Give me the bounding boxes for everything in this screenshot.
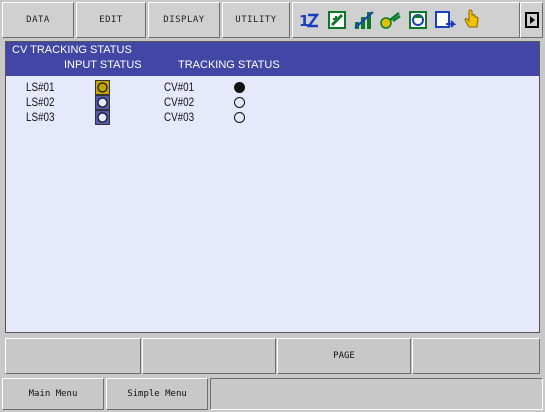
svg-text:1: 1	[299, 12, 309, 30]
signal-bars-icon[interactable]	[353, 9, 375, 31]
tracking-status-off	[234, 97, 245, 108]
cv-label: CV#01	[164, 80, 195, 94]
tracking-status-on	[234, 82, 245, 93]
cycle-icon[interactable]	[434, 9, 456, 31]
input-status-indicator-inactive	[95, 110, 110, 125]
cv-tracking-status-panel: CV TRACKING STATUS INPUT STATUS TRACKING…	[5, 41, 540, 333]
expand-arrow-button[interactable]	[520, 2, 543, 38]
tool-icon[interactable]	[380, 9, 402, 31]
simple-menu-button[interactable]: Simple Menu	[106, 378, 208, 410]
display-menu-button[interactable]: DISPLAY	[148, 2, 220, 38]
top-menu-bar: DATA EDIT DISPLAY UTILITY 1	[0, 0, 545, 40]
edit-menu-button[interactable]: EDIT	[76, 2, 146, 38]
ls-label: LS#03	[26, 110, 55, 124]
message-area	[210, 378, 543, 410]
status-icon-strip: 1	[292, 2, 520, 38]
play-arrow-icon	[524, 12, 539, 28]
function-key-1[interactable]	[5, 338, 141, 374]
function-key-2[interactable]	[142, 338, 276, 374]
tracking-status-off	[234, 112, 245, 123]
bottom-menu-bar: Main Menu Simple Menu	[0, 376, 545, 412]
panel-title-bar: CV TRACKING STATUS INPUT STATUS TRACKING…	[6, 42, 539, 76]
function-key-row: PAGE	[5, 338, 540, 374]
axis-12-icon[interactable]: 1	[299, 9, 321, 31]
data-menu-button[interactable]: DATA	[2, 2, 74, 38]
page-button[interactable]: PAGE	[277, 338, 411, 374]
ls-label: LS#01	[26, 80, 55, 94]
cv-label: CV#03	[164, 110, 195, 124]
edit-mode-icon[interactable]	[326, 9, 348, 31]
utility-menu-button[interactable]: UTILITY	[222, 2, 290, 38]
input-status-indicator-active	[95, 80, 110, 95]
cv-label: CV#02	[164, 95, 195, 109]
tracking-status-header: TRACKING STATUS	[178, 59, 280, 71]
input-status-indicator-inactive	[95, 95, 110, 110]
input-status-header: INPUT STATUS	[64, 59, 142, 71]
main-menu-button[interactable]: Main Menu	[2, 378, 104, 410]
function-key-4[interactable]	[412, 338, 540, 374]
teach-icon[interactable]	[407, 9, 429, 31]
hand-pointer-icon[interactable]	[461, 9, 483, 31]
page-title: CV TRACKING STATUS	[12, 44, 132, 56]
ls-label: LS#02	[26, 95, 55, 109]
